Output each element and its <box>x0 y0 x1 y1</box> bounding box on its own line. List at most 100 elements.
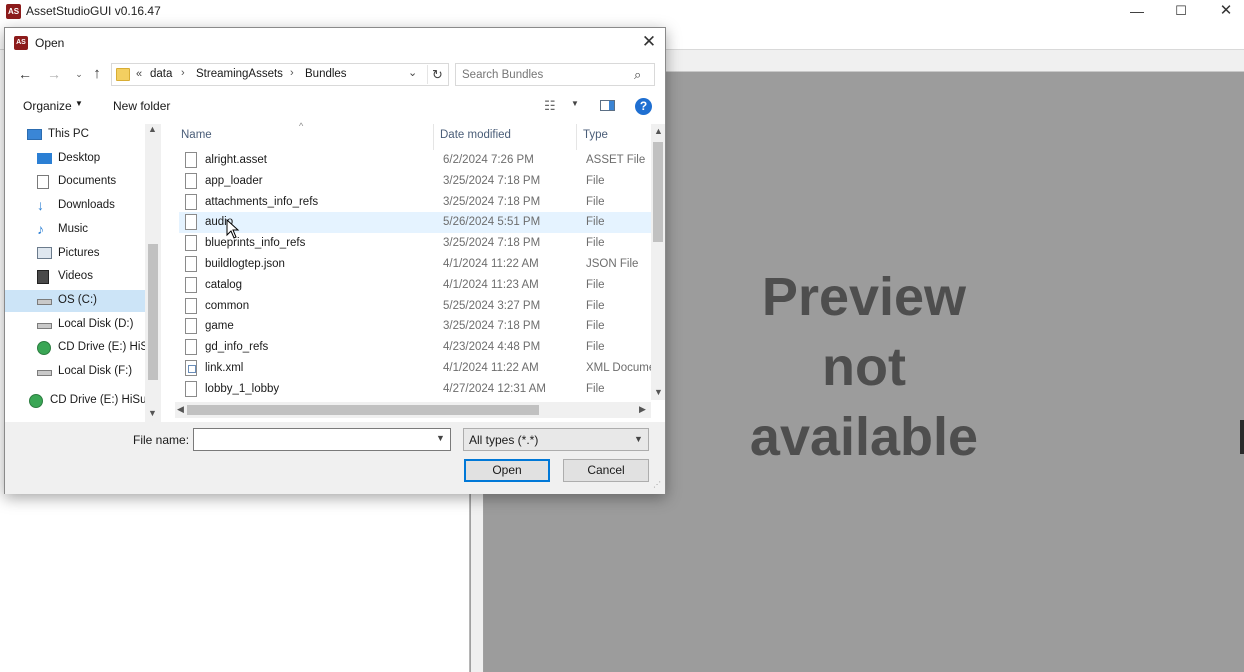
file-date: 4/1/2024 11:22 AM <box>443 258 539 270</box>
file-row[interactable]: link.xml 4/1/2024 11:22 AM XML Docume <box>179 358 652 379</box>
chevron-down-icon[interactable]: ▼ <box>634 434 643 444</box>
download-icon: ↓ <box>37 197 44 214</box>
nav-pane-item[interactable]: CD Drive (E:) HiS <box>5 337 148 359</box>
file-icon <box>185 152 197 168</box>
breadcrumb-separator-icon[interactable]: › <box>290 67 294 79</box>
chevron-down-icon[interactable]: ▼ <box>436 433 445 443</box>
file-list-vertical-scrollbar[interactable]: ▲ ▼ <box>651 124 665 400</box>
file-date: 3/25/2024 7:18 PM <box>443 320 541 333</box>
scroll-up-arrow-icon[interactable]: ▲ <box>654 126 663 136</box>
up-arrow-icon[interactable]: ↑ <box>87 64 107 84</box>
file-row[interactable]: lobby_1_lobby 4/27/2024 12:31 AM File <box>179 379 651 400</box>
nav-pane-item[interactable]: Pictures <box>5 243 145 265</box>
recent-locations-chevron-icon[interactable]: ⌄ <box>69 64 89 84</box>
nav-pane-item[interactable]: Documents <box>5 171 145 193</box>
file-row[interactable]: gd_info_refs 4/23/2024 4:48 PM File <box>179 337 651 358</box>
address-dropdown-icon[interactable]: ⌄ <box>408 66 417 79</box>
minimize-button[interactable]: — <box>1114 0 1160 24</box>
file-date: 5/26/2024 5:51 PM <box>443 216 541 229</box>
breadcrumb-bundles[interactable]: Bundles <box>305 68 347 80</box>
file-name-combobox[interactable]: ▼ <box>193 428 451 451</box>
cancel-button[interactable]: Cancel <box>563 459 649 482</box>
file-row[interactable]: buildlogtep.json 4/1/2024 11:22 AM JSON Fi… <box>179 254 651 275</box>
address-bar[interactable]: « data › StreamingAssets › Bundles ⌄ ↻ <box>111 63 449 86</box>
column-divider[interactable] <box>576 124 577 150</box>
file-row[interactable]: alright.asset 6/2/2024 7:26 PM ASSET File <box>179 150 651 171</box>
file-row[interactable]: audio 5/26/2024 5:51 PM File <box>179 212 651 234</box>
file-date: 4/1/2024 11:22 AM <box>443 362 539 374</box>
window-edge-handle <box>1240 420 1244 454</box>
navigation-pane: This PC Desktop Documents ↓ Downloads ♪ Music P… <box>5 124 161 422</box>
dialog-close-button[interactable]: ✕ <box>637 31 661 55</box>
dialog-footer: File name: ▼ All types (*.*) ▼ Open Canc… <box>5 422 665 494</box>
view-options-icon[interactable]: ☷ <box>544 98 556 114</box>
file-row[interactable]: common 5/25/2024 3:27 PM File <box>179 296 651 317</box>
file-name-input[interactable] <box>198 432 426 447</box>
nav-pane-item-label: Downloads <box>58 199 115 212</box>
scrollbar-thumb[interactable] <box>187 405 539 415</box>
preview-pane-icon[interactable] <box>600 100 615 111</box>
scroll-down-arrow-icon[interactable]: ▼ <box>148 408 157 418</box>
view-caret-icon[interactable]: ▼ <box>571 99 579 108</box>
nav-pane-item-label: Music <box>58 222 89 235</box>
maximize-button[interactable]: ☐ <box>1158 0 1204 24</box>
scroll-up-arrow-icon[interactable]: ▲ <box>148 124 157 134</box>
navigation-pane-scrollbar[interactable]: ▲ ▼ <box>145 124 161 422</box>
nav-pane-item[interactable]: Local Disk (D:) <box>5 314 145 336</box>
address-overflow-icon[interactable]: « <box>136 68 142 80</box>
forward-arrow-icon[interactable]: → <box>44 64 64 84</box>
nav-pane-item[interactable]: OS (C:) <box>5 289 145 312</box>
file-row[interactable]: blueprints_info_refs 3/25/2024 7:18 PM Fil… <box>179 233 651 254</box>
back-arrow-icon[interactable]: ← <box>15 64 35 84</box>
column-header-date[interactable]: Date modified <box>440 129 511 141</box>
column-header-type[interactable]: Type <box>583 129 608 141</box>
file-date: 4/27/2024 12:31 AM <box>443 382 546 395</box>
scrollbar-thumb[interactable] <box>653 142 663 242</box>
file-name: link.xml <box>205 362 244 374</box>
file-date: 4/1/2024 11:23 AM <box>443 278 539 291</box>
breadcrumb-separator-icon[interactable]: › <box>181 67 185 79</box>
nav-pane-item[interactable]: This PC <box>5 124 145 146</box>
file-list-horizontal-scrollbar[interactable]: ◀ ▶ <box>175 402 651 418</box>
organize-caret-icon[interactable]: ▼ <box>75 99 83 108</box>
resize-grip-icon[interactable]: ⋰ <box>653 480 661 489</box>
nav-pane-item[interactable]: ♪ Music <box>5 219 145 241</box>
file-row[interactable]: app_loader 3/25/2024 7:18 PM File <box>179 171 651 192</box>
nav-pane-item[interactable]: Desktop <box>5 148 145 170</box>
file-type-select[interactable]: All types (*.*) ▼ <box>463 428 649 451</box>
nav-pane-item-label: CD Drive (E:) HiSu <box>50 393 147 406</box>
nav-pane-item-label: Local Disk (F:) <box>58 365 133 377</box>
file-row[interactable]: catalog 4/1/2024 11:23 AM File <box>179 275 651 296</box>
nav-pane-item[interactable]: CD Drive (E:) HiSu <box>5 390 147 412</box>
help-icon[interactable]: ? <box>635 98 652 115</box>
breadcrumb-streamingassets[interactable]: StreamingAssets <box>196 68 283 80</box>
mouse-pointer-icon <box>226 219 240 239</box>
nav-pane-item[interactable]: Videos <box>5 266 145 288</box>
organize-button[interactable]: Organize <box>23 99 72 113</box>
new-folder-button[interactable]: New folder <box>113 99 170 113</box>
close-window-button[interactable]: ✕ <box>1203 0 1244 24</box>
app-titlebar: AS AssetStudioGUI v0.16.47 — ☐ ✕ <box>0 0 1244 24</box>
refresh-icon[interactable]: ↻ <box>427 65 447 84</box>
nav-pane-item-label: This PC <box>48 128 89 140</box>
file-row[interactable]: game 3/25/2024 7:18 PM File <box>179 316 651 337</box>
search-box[interactable]: ⌕ <box>455 63 655 86</box>
file-name: attachments_info_refs <box>205 195 319 208</box>
search-icon: ⌕ <box>634 67 642 82</box>
nav-pane-item[interactable]: ↓ Downloads <box>5 195 145 217</box>
column-divider[interactable] <box>433 124 434 150</box>
file-name: catalog <box>205 278 243 291</box>
search-input[interactable] <box>462 67 622 82</box>
nav-pane-item[interactable]: Local Disk (F:) <box>5 361 145 383</box>
file-row[interactable]: attachments_info_refs 3/25/2024 7:18 PM Fi… <box>179 192 651 213</box>
open-button[interactable]: Open <box>464 459 550 482</box>
scroll-right-arrow-icon[interactable]: ▶ <box>639 404 646 415</box>
file-icon <box>185 172 197 189</box>
scroll-down-arrow-icon[interactable]: ▼ <box>654 387 663 397</box>
file-type-selected: All types (*.*) <box>469 433 539 447</box>
column-header-name[interactable]: Name <box>181 129 212 141</box>
scrollbar-thumb[interactable] <box>148 244 158 380</box>
scroll-left-arrow-icon[interactable]: ◀ <box>177 404 184 415</box>
breadcrumb-data[interactable]: data <box>150 68 172 80</box>
nav-pane-item-label: Local Disk (D:) <box>58 317 134 330</box>
